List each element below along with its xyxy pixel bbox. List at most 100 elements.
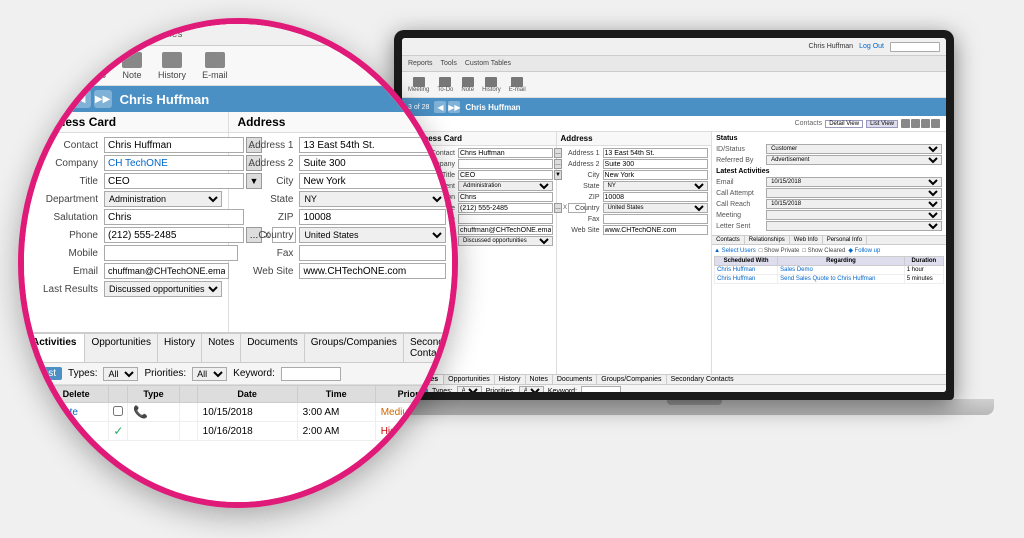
zoom-act-tab-activities[interactable]: Activities <box>24 334 85 362</box>
mini-addr2-label: Address 2 <box>560 161 602 168</box>
mini-act-tab-groups[interactable]: Groups/Companies <box>597 375 666 384</box>
mini-menu-custom[interactable]: Custom Tables <box>465 60 511 67</box>
zoom-act-tab-notes[interactable]: Notes <box>202 334 241 362</box>
mini-follow-up-btn[interactable]: ◆ Follow up <box>848 247 880 254</box>
mini-tool-email[interactable]: E-mail <box>509 77 526 93</box>
mini-list-view-btn[interactable]: List View <box>866 120 898 128</box>
zoom-dept-select[interactable]: Administration <box>104 191 222 207</box>
mini-types-select[interactable]: All <box>457 386 482 392</box>
mini-company-input[interactable] <box>458 159 553 169</box>
zoom-act-tab-docs[interactable]: Documents <box>241 334 305 362</box>
mini-country-select[interactable]: United States <box>603 203 709 213</box>
mini-addr2-input[interactable] <box>603 159 709 169</box>
mini-lastresults-select[interactable]: Discussed opportunities <box>458 236 553 246</box>
mini-addr1-input[interactable] <box>603 148 709 158</box>
zoom-act-row1-check[interactable] <box>113 406 123 416</box>
zoom-types-select[interactable]: All <box>103 367 138 381</box>
mini-select-users-btn[interactable]: ▲ Select Users <box>714 248 756 254</box>
zoom-tool-history[interactable]: History <box>158 52 186 80</box>
mini-zip-input[interactable] <box>603 192 709 202</box>
zoom-state-select[interactable]: NY <box>299 191 446 207</box>
mini-referred-select[interactable]: Advertisement <box>766 155 942 165</box>
mini-latest-act-title: Latest Activities <box>716 168 942 175</box>
zoom-addr2-input[interactable] <box>299 155 446 171</box>
zoom-prev-btn[interactable]: ◀ <box>73 90 91 108</box>
zoom-country-select[interactable]: United States <box>299 227 446 243</box>
mini-act-tab-docs[interactable]: Documents <box>553 375 597 384</box>
zoom-company-input[interactable] <box>104 155 244 171</box>
zoom-menu-custom[interactable]: Custom Tables <box>116 29 182 40</box>
zoom-act-tab-secondary[interactable]: Secondary Contacts <box>404 334 452 362</box>
mini-state-select[interactable]: NY <box>603 181 709 191</box>
mini-fax-input[interactable] <box>603 214 709 224</box>
mini-search-input[interactable] <box>890 42 940 52</box>
zoom-website-input[interactable] <box>299 263 446 279</box>
zoom-act-row1-chk[interactable] <box>29 406 39 416</box>
mini-mobile-input[interactable] <box>458 214 553 224</box>
zoom-priorities-label: Priorities: <box>144 368 186 379</box>
mini-title-input[interactable] <box>458 170 553 180</box>
zoom-act-row1-priority: Medium <box>375 403 451 422</box>
mini-subtab-personal[interactable]: Personal Info <box>823 236 867 244</box>
mini-lat-meeting-label: Meeting <box>716 212 764 219</box>
zoom-zip-input[interactable] <box>299 209 446 225</box>
mini-tool-note[interactable]: Note <box>461 77 474 93</box>
mini-lat-meeting-select[interactable] <box>766 210 942 220</box>
mini-subtab-relationships[interactable]: Relationships <box>745 236 790 244</box>
zoom-act-tab-history[interactable]: History <box>158 334 202 362</box>
mini-subtab-webinfo[interactable]: Web Info <box>790 236 823 244</box>
mini-logout-btn[interactable]: Log Out <box>859 43 884 50</box>
zoom-tool-todo[interactable]: To-Do <box>82 52 106 80</box>
zoom-contact-input[interactable] <box>104 137 244 153</box>
zoom-act-tab-groups[interactable]: Groups/Companies <box>305 334 404 362</box>
mini-subtab-contacts[interactable]: Contacts <box>712 236 745 244</box>
zoom-menu-reports[interactable]: Reports <box>34 29 69 40</box>
mini-show-private-chk[interactable]: □ Show Private <box>759 248 800 254</box>
zoom-tool-meeting[interactable]: Meeting <box>34 52 66 80</box>
zoom-act-tab-opportunities[interactable]: Opportunities <box>85 334 157 362</box>
mini-dept-select[interactable]: Administration <box>458 181 553 191</box>
zoom-addr1-input[interactable] <box>299 137 446 153</box>
zoom-mobile-label: Mobile <box>30 248 102 259</box>
mini-act-tab-secondary[interactable]: Secondary Contacts <box>667 375 738 384</box>
zoom-phone-input[interactable] <box>104 227 244 243</box>
mini-tool-history[interactable]: History <box>482 77 501 93</box>
zoom-mobile-input[interactable] <box>104 245 238 261</box>
zoom-keyword-input[interactable] <box>281 367 341 381</box>
mini-status-select[interactable]: Customer <box>766 144 942 154</box>
mini-lat-callreach-select[interactable]: 10/15/2018 <box>766 199 942 209</box>
zoom-email-input[interactable] <box>104 263 229 279</box>
zoom-contact-name: Chris Huffman <box>120 92 210 107</box>
zoom-act-row1-delete[interactable]: Delete <box>44 403 109 422</box>
mini-email-input[interactable] <box>458 225 553 235</box>
zoom-menu-tools[interactable]: Tools <box>81 29 104 40</box>
zoom-lastresults-select[interactable]: Discussed opportunities <box>104 281 222 297</box>
zoom-salutation-input[interactable] <box>104 209 244 225</box>
mini-detail-view-btn[interactable]: Detail View <box>825 120 863 128</box>
zoom-act-select-all[interactable] <box>29 388 39 398</box>
mini-act-tab-notes[interactable]: Notes <box>526 375 553 384</box>
zoom-tool-note[interactable]: Note <box>122 52 142 80</box>
mini-contact-input[interactable] <box>458 148 553 158</box>
mini-lat-email-select[interactable]: 10/15/2018 <box>766 177 942 187</box>
zoom-filter-past[interactable]: Past <box>30 367 62 380</box>
mini-show-cleared-chk[interactable]: □ Show Cleared <box>802 248 845 254</box>
zoom-next-btn[interactable]: ▶▶ <box>94 90 112 108</box>
mini-act-tab-history[interactable]: History <box>495 375 526 384</box>
zoom-tool-email[interactable]: E-mail <box>202 52 228 80</box>
zoom-act-row2-chk[interactable] <box>29 425 39 435</box>
mini-phone-input[interactable] <box>458 203 553 213</box>
mini-lat-letter-select[interactable] <box>766 221 942 231</box>
mini-lat-callattempt-select[interactable] <box>766 188 942 198</box>
zoom-priorities-select[interactable]: All <box>192 367 227 381</box>
mini-city-input[interactable] <box>603 170 709 180</box>
mini-website-input[interactable] <box>603 225 709 235</box>
mini-contact-name: Chris Huffman <box>465 103 520 112</box>
zoom-city-input[interactable] <box>299 173 446 189</box>
zoom-act-row-1: Delete 📞 10/15/2018 3:00 AM Medium <box>25 403 452 422</box>
mini-salutation-input[interactable] <box>458 192 553 202</box>
mini-priorities-select[interactable]: All <box>519 386 544 392</box>
zoom-fax-input[interactable] <box>299 245 446 261</box>
mini-keyword-input[interactable] <box>581 386 621 392</box>
zoom-title-input[interactable] <box>104 173 244 189</box>
